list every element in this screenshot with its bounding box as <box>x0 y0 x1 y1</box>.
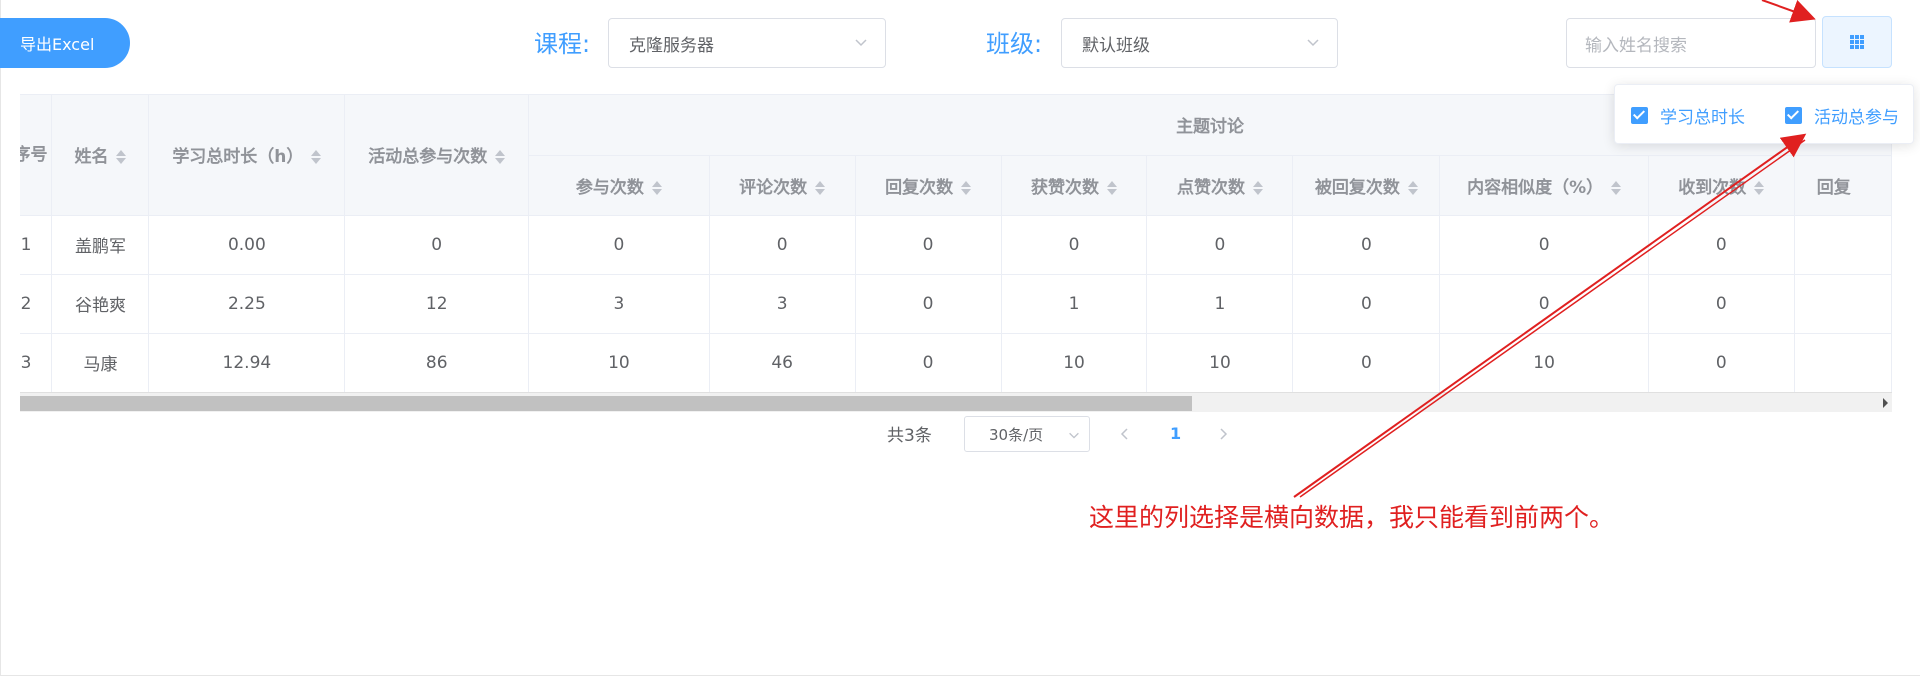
sort-icon[interactable] <box>961 180 972 196</box>
sort-icon[interactable] <box>651 180 662 196</box>
column-option-label: 学习总时长 <box>1660 108 1745 128</box>
cell <box>1794 333 1892 393</box>
cell: 2.25 <box>148 274 346 334</box>
cell: 1 <box>1001 274 1148 334</box>
cell: 0 <box>528 215 710 275</box>
cell: 10 <box>1146 333 1294 393</box>
cell: 10 <box>1001 333 1148 393</box>
cell: 0 <box>1292 274 1441 334</box>
cell: 谷艳爽 <box>51 274 150 334</box>
cell: 0 <box>1648 333 1795 393</box>
cell: 盖鹏军 <box>51 215 150 275</box>
name-search-input[interactable]: 输入姓名搜索 <box>1566 18 1816 68</box>
cell: 0 <box>1292 333 1441 393</box>
cell: 0 <box>855 274 1002 334</box>
data-table: 序号 姓名 学习总时长（h） 活动总参与次数 主题讨论 参与次数 评论次数 回复… <box>20 94 1892 412</box>
header-sub[interactable]: 点赞次数 <box>1146 155 1294 216</box>
sort-icon[interactable] <box>311 149 322 165</box>
cell: 3 <box>528 274 710 334</box>
sort-icon[interactable] <box>1611 180 1622 196</box>
cell: 12.94 <box>148 333 346 393</box>
sort-icon[interactable] <box>1252 180 1263 196</box>
table-row: 2 谷艳爽 2.25 12 3 3 0 1 1 0 0 0 <box>20 274 1892 334</box>
cell: 0 <box>344 215 530 275</box>
cell: 0 <box>855 333 1002 393</box>
column-select-button[interactable] <box>1822 16 1892 68</box>
header-sub[interactable]: 收到次数 <box>1648 155 1795 216</box>
cell: 1 <box>20 215 53 275</box>
cell <box>1794 215 1892 275</box>
table-row: 3 马康 12.94 86 10 46 0 10 10 0 10 0 <box>20 333 1892 393</box>
cell: 10 <box>1439 333 1649 393</box>
header-sub[interactable]: 参与次数 <box>528 155 710 216</box>
column-option-study-time[interactable]: 学习总时长 <box>1631 103 1745 128</box>
grid-icon <box>1850 35 1864 49</box>
class-select-value: 默认班级 <box>1082 35 1150 56</box>
pagination-total: 共3条 <box>887 426 932 446</box>
header-name[interactable]: 姓名 <box>51 95 150 216</box>
header-index: 序号 <box>20 95 53 216</box>
cell: 46 <box>709 333 856 393</box>
class-label: 班级: <box>986 30 1043 58</box>
page-size-value: 30条/页 <box>989 425 1044 444</box>
cell: 0 <box>1001 215 1148 275</box>
sort-icon[interactable] <box>1754 180 1765 196</box>
header-study-time[interactable]: 学习总时长（h） <box>148 95 346 216</box>
scroll-right-arrow-icon[interactable] <box>1883 398 1888 408</box>
cell: 1 <box>1146 274 1294 334</box>
sort-icon[interactable] <box>1107 180 1118 196</box>
header-sub[interactable]: 回复次数 <box>855 155 1002 216</box>
cell: 10 <box>528 333 710 393</box>
course-select[interactable]: 克隆服务器 <box>608 18 886 68</box>
cell: 0 <box>1292 215 1441 275</box>
scrollbar-thumb[interactable] <box>20 396 1192 411</box>
chevron-down-icon <box>1307 39 1319 47</box>
cell: 0 <box>1648 215 1795 275</box>
column-option-label: 活动总参与 <box>1814 108 1899 128</box>
cell: 0.00 <box>148 215 346 275</box>
cell: 0 <box>1439 215 1649 275</box>
pagination: 共3条 30条/页 1 <box>0 416 1920 456</box>
cell: 3 <box>709 274 856 334</box>
cell: 0 <box>1146 215 1294 275</box>
chevron-down-icon <box>855 39 867 47</box>
header-sub[interactable]: 回复 <box>1794 155 1892 216</box>
cell: 3 <box>20 333 53 393</box>
header-activity-total[interactable]: 活动总参与次数 <box>344 95 530 216</box>
cell: 0 <box>1439 274 1649 334</box>
cell: 12 <box>344 274 530 334</box>
sort-icon[interactable] <box>1407 180 1418 196</box>
cell: 0 <box>1648 274 1795 334</box>
cell: 0 <box>709 215 856 275</box>
chevron-down-icon <box>1069 432 1079 439</box>
annotation-text: 这里的列选择是横向数据，我只能看到前两个。 <box>1089 503 1615 532</box>
chevron-right-icon[interactable] <box>1216 426 1230 442</box>
course-label: 课程: <box>534 30 591 58</box>
sort-icon[interactable] <box>495 149 506 165</box>
column-option-activity-total[interactable]: 活动总参与 <box>1785 103 1899 128</box>
header-sub[interactable]: 被回复次数 <box>1292 155 1441 216</box>
header-sub[interactable]: 内容相似度（%） <box>1439 155 1649 216</box>
cell: 2 <box>20 274 53 334</box>
cell: 马康 <box>51 333 150 393</box>
cell: 0 <box>855 215 1002 275</box>
chevron-left-icon[interactable] <box>1118 426 1132 442</box>
cell <box>1794 274 1892 334</box>
checkbox-checked-icon[interactable] <box>1785 107 1802 124</box>
header-sub[interactable]: 获赞次数 <box>1001 155 1148 216</box>
cell: 86 <box>344 333 530 393</box>
page-size-select[interactable]: 30条/页 <box>964 416 1090 452</box>
horizontal-scrollbar[interactable] <box>20 392 1892 412</box>
class-select[interactable]: 默认班级 <box>1061 18 1338 68</box>
search-placeholder: 输入姓名搜索 <box>1585 35 1687 56</box>
sort-icon[interactable] <box>815 180 826 196</box>
export-excel-button[interactable]: 导出Excel <box>0 18 130 68</box>
page-number-current[interactable]: 1 <box>1170 424 1181 443</box>
column-chooser-popover: 学习总时长 活动总参与 <box>1614 84 1914 144</box>
course-select-value: 克隆服务器 <box>629 35 714 56</box>
sort-icon[interactable] <box>116 149 127 165</box>
header-sub[interactable]: 评论次数 <box>709 155 856 216</box>
table-row: 1 盖鹏军 0.00 0 0 0 0 0 0 0 0 0 <box>20 215 1892 275</box>
checkbox-checked-icon[interactable] <box>1631 107 1648 124</box>
